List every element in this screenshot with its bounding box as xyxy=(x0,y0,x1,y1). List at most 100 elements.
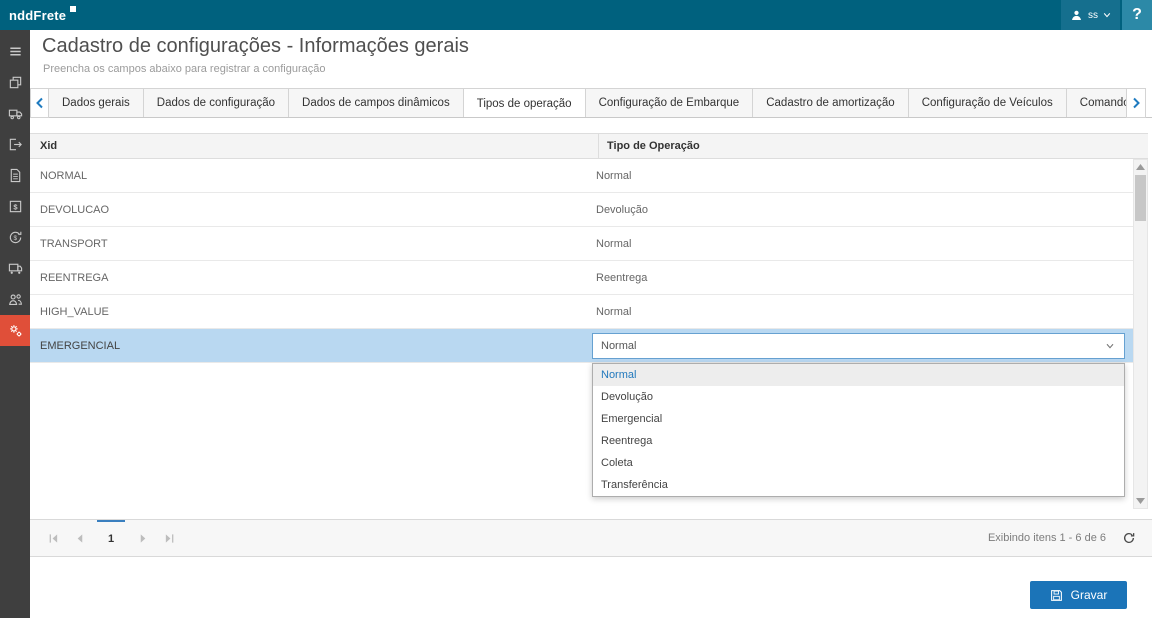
tab-scroll-right-button[interactable] xyxy=(1126,88,1146,118)
table-row[interactable]: NORMALNormal xyxy=(30,159,1133,193)
scroll-down-button[interactable] xyxy=(1134,494,1147,508)
triangle-up-icon xyxy=(1136,164,1145,170)
chevron-down-icon xyxy=(1103,11,1111,19)
dropdown-option[interactable]: Transferência xyxy=(593,474,1124,496)
truck-icon xyxy=(8,106,23,121)
items-status-text: Exibindo itens 1 - 6 de 6 xyxy=(988,532,1106,544)
topbar-right: ss ? xyxy=(1061,0,1152,30)
menu-icon xyxy=(8,44,23,59)
dropdown-option[interactable]: Devolução xyxy=(593,386,1124,408)
tab-strip: Dados geraisDados de configuraçãoDados d… xyxy=(49,88,1126,117)
user-icon xyxy=(1070,9,1083,22)
save-icon xyxy=(1050,589,1063,602)
sidebar-item-settings[interactable] xyxy=(0,315,30,346)
dropdown-panel: NormalDevoluçãoEmergencialReentregaColet… xyxy=(592,363,1125,497)
triangle-down-icon xyxy=(1136,498,1145,504)
first-page-icon xyxy=(48,533,59,544)
sidebar-item-users[interactable] xyxy=(0,284,30,315)
tab-tipos-de-opera-o[interactable]: Tipos de operação xyxy=(464,88,586,117)
page-subtitle: Preencha os campos abaixo para registrar… xyxy=(43,63,326,75)
export-icon xyxy=(8,137,23,152)
grid-body: NORMALNormalDEVOLUCAODevoluçãoTRANSPORTN… xyxy=(30,159,1133,363)
sidebar-item-invoice[interactable]: $ xyxy=(0,191,30,222)
save-button[interactable]: Gravar xyxy=(1030,581,1127,609)
next-page-button[interactable] xyxy=(130,520,156,556)
users-icon xyxy=(8,292,23,307)
help-button[interactable]: ? xyxy=(1122,0,1152,30)
table-row[interactable]: DEVOLUCAODevolução xyxy=(30,193,1133,227)
dropdown-option[interactable]: Normal xyxy=(593,364,1124,386)
cell-tipo-operacao: Normal xyxy=(588,295,1133,328)
fleet-truck-icon xyxy=(8,261,23,276)
cell-xid: REENTREGA xyxy=(30,261,588,294)
cell-xid: HIGH_VALUE xyxy=(30,295,588,328)
refresh-icon xyxy=(1122,531,1136,545)
sidebar-item-truck[interactable] xyxy=(0,98,30,129)
cell-xid: TRANSPORT xyxy=(30,227,588,260)
sidebar-item-menu[interactable] xyxy=(0,36,30,67)
tab-comandos-de[interactable]: Comandos de xyxy=(1067,88,1126,117)
invoice-icon: $ xyxy=(8,199,23,214)
table-row[interactable]: HIGH_VALUENormal xyxy=(30,295,1133,329)
main-content: Cadastro de configurações - Informações … xyxy=(30,30,1152,618)
cell-tipo-operacao: Normal xyxy=(588,159,1133,192)
refresh-button[interactable] xyxy=(1122,531,1136,545)
vertical-scrollbar[interactable] xyxy=(1133,159,1148,509)
topbar: nddFrete ss ? xyxy=(0,0,1152,30)
scrollbar-thumb[interactable] xyxy=(1135,175,1146,221)
pagination-bar: 1 Exibindo itens 1 - 6 de 6 xyxy=(30,519,1152,557)
dropdown-option[interactable]: Reentrega xyxy=(593,430,1124,452)
chevron-right-icon xyxy=(1131,97,1141,109)
tab-dados-de-campos-din-micos[interactable]: Dados de campos dinâmicos xyxy=(289,88,464,117)
save-button-label: Gravar xyxy=(1071,588,1108,602)
next-page-icon xyxy=(138,533,149,544)
table-row[interactable]: EMERGENCIAL Normal xyxy=(30,329,1133,363)
svg-text:$: $ xyxy=(13,235,17,242)
app-logo: nddFrete xyxy=(9,8,77,23)
table-row[interactable]: TRANSPORTNormal xyxy=(30,227,1133,261)
dropdown-option[interactable]: Coleta xyxy=(593,452,1124,474)
current-page-button[interactable]: 1 xyxy=(97,520,125,556)
previous-page-icon xyxy=(74,533,85,544)
previous-page-button[interactable] xyxy=(66,520,92,556)
tab-dados-gerais[interactable]: Dados gerais xyxy=(49,88,144,117)
combobox-value: Normal xyxy=(601,340,636,352)
tab-scroll-left-button[interactable] xyxy=(30,88,49,118)
document-icon xyxy=(8,168,23,183)
column-header-xid[interactable]: Xid xyxy=(30,134,598,158)
grid-header: Xid Tipo de Operação xyxy=(30,133,1148,159)
scroll-up-button[interactable] xyxy=(1134,160,1147,174)
tab-dados-de-configura-o[interactable]: Dados de configuração xyxy=(144,88,289,117)
column-header-tipo-operacao[interactable]: Tipo de Operação xyxy=(598,134,1148,158)
sidebar: $$ xyxy=(0,30,30,618)
user-menu-button[interactable]: ss xyxy=(1061,0,1120,30)
sidebar-item-refresh-money[interactable]: $ xyxy=(0,222,30,253)
cell-tipo-operacao: Devolução xyxy=(588,193,1133,226)
cell-xid: EMERGENCIAL xyxy=(30,329,588,362)
table-row[interactable]: REENTREGAReentrega xyxy=(30,261,1133,295)
sidebar-item-copies[interactable] xyxy=(0,67,30,98)
refresh-money-icon: $ xyxy=(8,230,23,245)
copies-icon xyxy=(8,75,23,90)
cell-tipo-operacao: Normal xyxy=(588,329,1133,362)
tab-configura-o-de-ve-culos[interactable]: Configuração de Veículos xyxy=(909,88,1067,117)
cell-tipo-operacao: Normal xyxy=(588,227,1133,260)
last-page-icon xyxy=(164,533,175,544)
cell-xid: DEVOLUCAO xyxy=(30,193,588,226)
dropdown-option[interactable]: Emergencial xyxy=(593,408,1124,430)
user-label: ss xyxy=(1088,10,1098,21)
svg-text:$: $ xyxy=(13,202,18,211)
chevron-down-icon xyxy=(1104,340,1116,352)
sidebar-item-document[interactable] xyxy=(0,160,30,191)
first-page-button[interactable] xyxy=(40,520,66,556)
sidebar-item-export[interactable] xyxy=(0,129,30,160)
sidebar-item-fleet[interactable] xyxy=(0,253,30,284)
tab-cadastro-de-amortiza-o[interactable]: Cadastro de amortização xyxy=(753,88,908,117)
last-page-button[interactable] xyxy=(156,520,182,556)
gears-icon xyxy=(8,323,23,338)
tab-configura-o-de-embarque[interactable]: Configuração de Embarque xyxy=(586,88,754,117)
cell-xid: NORMAL xyxy=(30,159,588,192)
page-title: Cadastro de configurações - Informações … xyxy=(42,35,469,58)
tipo-operacao-combobox[interactable]: Normal xyxy=(592,333,1125,359)
chevron-left-icon xyxy=(35,97,45,109)
